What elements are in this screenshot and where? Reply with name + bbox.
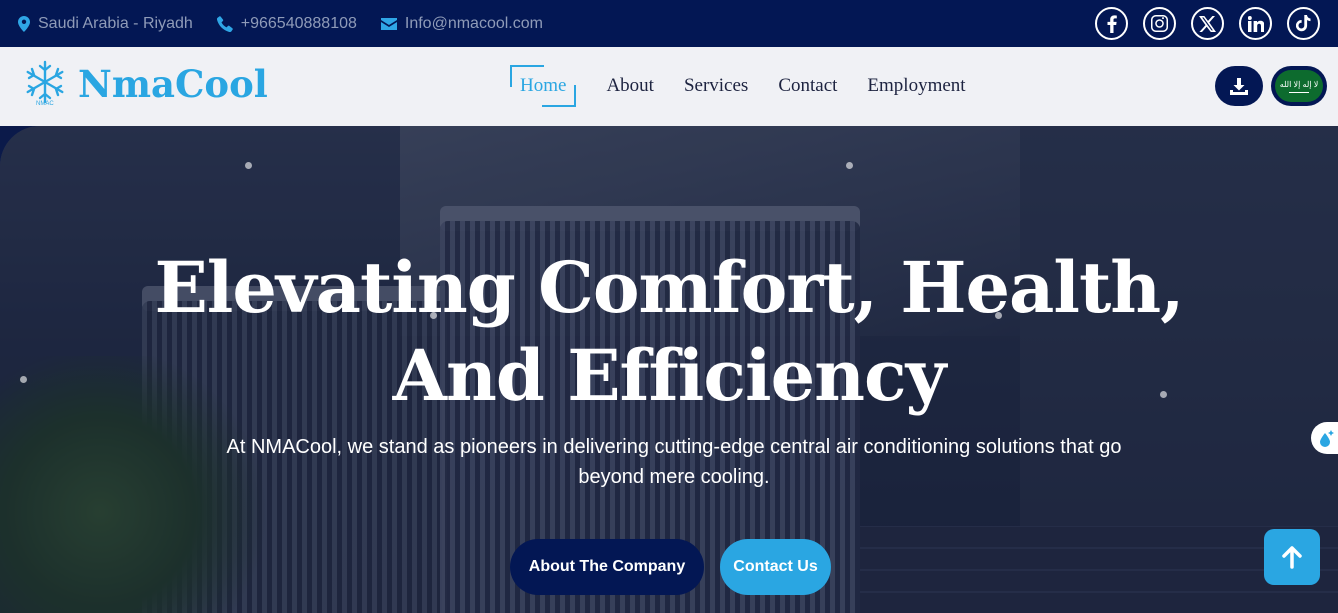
language-switch-button[interactable]: لا إله إلا الله — [1271, 66, 1327, 106]
tiktok-icon[interactable] — [1287, 7, 1320, 40]
top-info-bar: Saudi Arabia - Riyadh +966540888108 Info… — [0, 0, 1338, 47]
scroll-to-top-button[interactable] — [1264, 529, 1320, 585]
particle-dot — [245, 162, 252, 169]
email-item[interactable]: Info@nmacool.com — [380, 15, 543, 33]
nav-services[interactable]: Services — [684, 65, 748, 107]
logo[interactable]: NMAC NmaCool — [22, 59, 268, 109]
hero-headline: Elevating Comfort, Health, And Efficienc… — [0, 244, 1338, 420]
nav-employment[interactable]: Employment — [867, 65, 965, 107]
logo-subtext: NMAC — [36, 101, 54, 107]
main-navbar: NMAC NmaCool Home About Services Contact… — [0, 47, 1338, 126]
hero-subtitle: At NMACool, we stand as pioneers in deli… — [226, 436, 1122, 488]
hero-section: Elevating Comfort, Health, And Efficienc… — [0, 126, 1338, 613]
download-button[interactable] — [1215, 66, 1263, 106]
flag-text: لا إله إلا الله — [1279, 79, 1319, 89]
nav-about[interactable]: About — [606, 65, 654, 107]
arrow-up-icon — [1282, 546, 1302, 569]
linkedin-icon[interactable] — [1239, 7, 1272, 40]
location-text: Saudi Arabia - Riyadh — [38, 14, 193, 32]
location-item: Saudi Arabia - Riyadh — [18, 15, 193, 33]
accessibility-widget[interactable] — [1311, 422, 1338, 454]
download-icon — [1230, 77, 1248, 95]
phone-item[interactable]: +966540888108 — [216, 15, 357, 33]
x-icon[interactable] — [1191, 7, 1224, 40]
saudi-flag-icon: لا إله إلا الله — [1275, 70, 1323, 102]
about-company-button[interactable]: About The Company — [510, 539, 704, 595]
hero-headline-line2: And Efficiency — [392, 334, 947, 417]
envelope-icon — [380, 17, 397, 30]
particle-dot — [846, 162, 853, 169]
water-drop-sparkle-icon — [1320, 430, 1334, 447]
email-text[interactable]: Info@nmacool.com — [405, 15, 543, 33]
contact-info: Saudi Arabia - Riyadh +966540888108 Info… — [18, 15, 543, 33]
primary-nav: Home About Services Contact Employment — [510, 65, 966, 107]
nav-home[interactable]: Home — [510, 65, 577, 107]
facebook-icon[interactable] — [1095, 7, 1128, 40]
contact-us-button[interactable]: Contact Us — [720, 539, 831, 595]
nav-contact[interactable]: Contact — [778, 65, 837, 107]
location-pin-icon — [18, 15, 30, 32]
logo-text: NmaCool — [78, 62, 268, 106]
phone-icon — [216, 15, 233, 32]
phone-text[interactable]: +966540888108 — [241, 15, 357, 33]
hero-headline-line1: Elevating Comfort, Health, — [154, 246, 1184, 329]
snowflake-logo-icon: NMAC — [22, 59, 68, 109]
social-links — [1095, 7, 1320, 40]
instagram-icon[interactable] — [1143, 7, 1176, 40]
